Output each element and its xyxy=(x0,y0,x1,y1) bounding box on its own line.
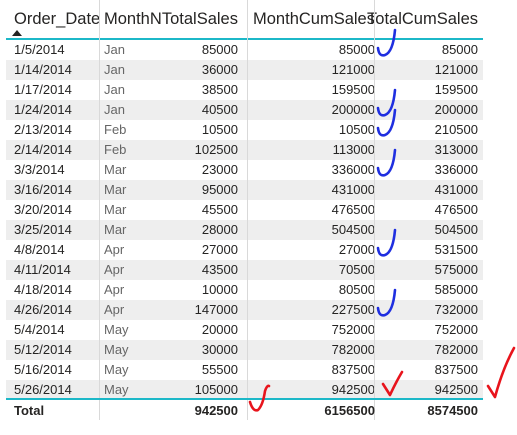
blue-checkmark-icon xyxy=(376,28,397,57)
blue-checkmark-icon xyxy=(376,88,397,117)
blue-checkmark-icon xyxy=(376,228,397,257)
handwritten-annotations xyxy=(248,28,516,412)
red-checkmark-icon xyxy=(248,384,271,412)
red-checkmark-icon xyxy=(381,370,404,397)
blue-checkmark-icon xyxy=(376,148,397,177)
blue-checkmark-icon xyxy=(376,288,397,317)
red-checkmark-icon xyxy=(486,346,516,399)
